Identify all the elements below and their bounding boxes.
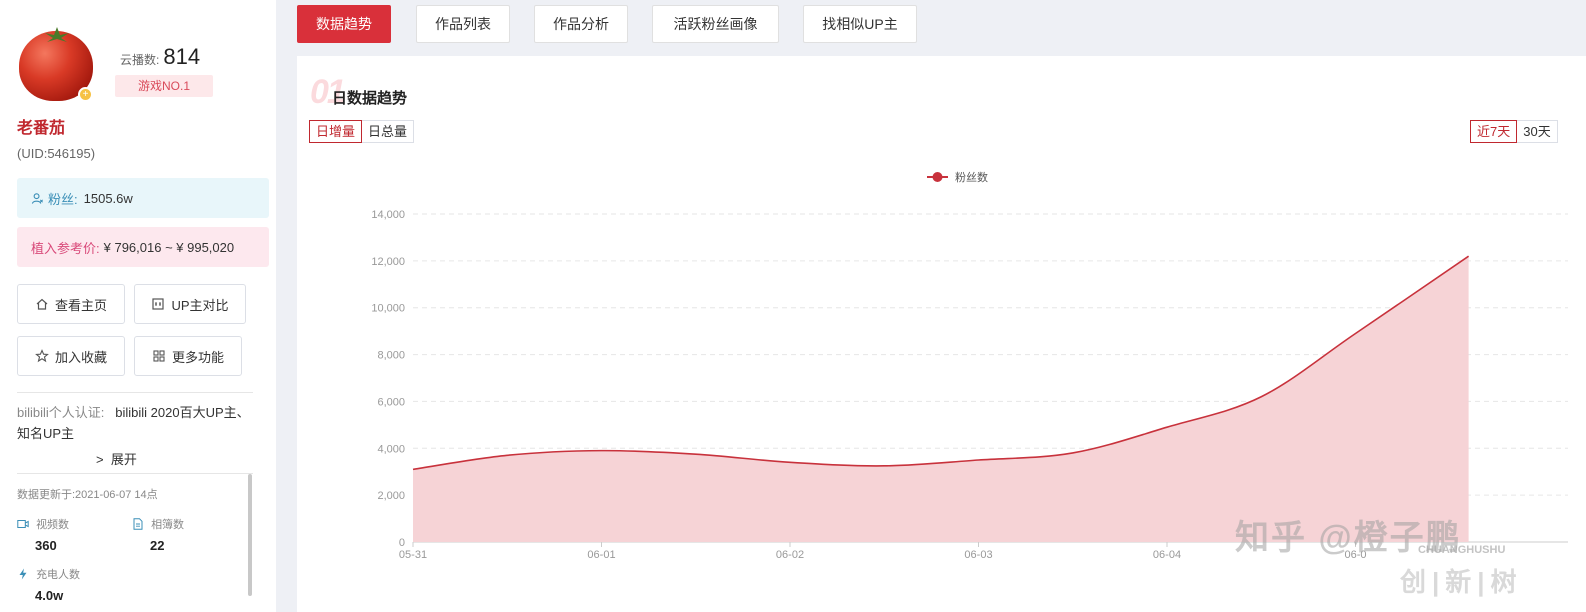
watermark-sub: CHUANGHUSHU: [1418, 544, 1506, 556]
y-axis: 0 2,000 4,000 6,000 8,000 10,000 12,000 14,000: [371, 209, 405, 549]
y-tick-label: 12,000: [371, 256, 405, 268]
y-tick-label: 2,000: [377, 490, 405, 502]
x-tick-label: 06-01: [587, 549, 615, 561]
x-tick-label: 05-31: [399, 549, 427, 561]
x-axis: 05-31 06-01 06-02 06-03 06-04 06-0: [399, 542, 1367, 561]
x-tick-label: 06-02: [776, 549, 804, 561]
y-tick-label: 6,000: [377, 396, 405, 408]
watermark-cn: 创|新|树: [1400, 567, 1523, 597]
chart-legend[interactable]: 粉丝数: [927, 171, 988, 184]
legend-label: 粉丝数: [955, 171, 988, 184]
y-tick-label: 8,000: [377, 350, 405, 362]
y-tick-label: 10,000: [371, 303, 405, 315]
x-tick-label: 06-03: [964, 549, 992, 561]
legend-marker: [932, 172, 943, 182]
y-tick-label: 4,000: [377, 443, 405, 455]
fans-area: [413, 256, 1469, 542]
x-tick-label: 06-04: [1153, 549, 1181, 561]
y-tick-label: 14,000: [371, 209, 405, 221]
y-tick-label: 0: [399, 537, 405, 549]
